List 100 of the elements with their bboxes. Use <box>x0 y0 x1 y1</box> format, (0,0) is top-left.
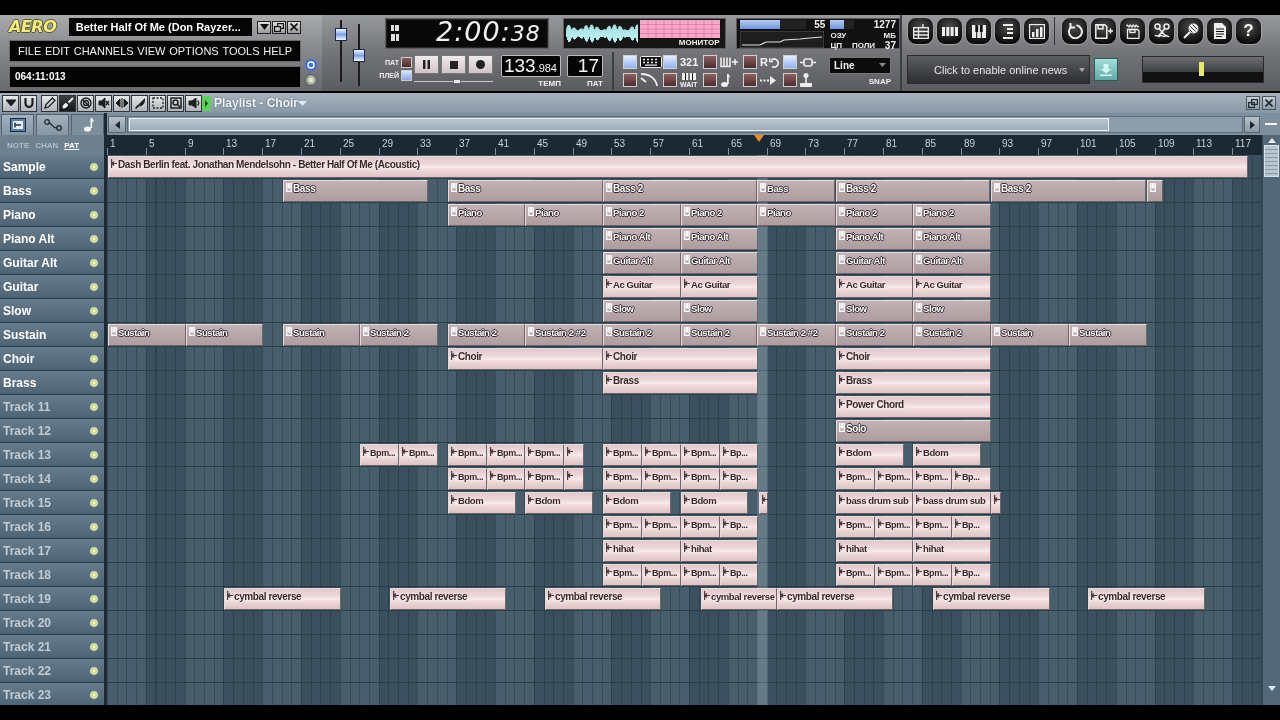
audio-clip[interactable]: Bpm... <box>399 444 438 466</box>
audio-clip[interactable]: Bpm... <box>642 564 681 586</box>
audio-clip[interactable]: Bpm... <box>681 516 720 538</box>
audio-clip[interactable]: Bpm... <box>875 516 913 538</box>
audio-clip[interactable]: cymbal reverse <box>390 588 506 610</box>
led-icon[interactable] <box>90 162 98 171</box>
audio-clip[interactable]: Choir <box>448 348 603 370</box>
audio-clip[interactable]: Bp... <box>952 468 991 490</box>
delete-tool[interactable] <box>77 94 94 112</box>
audio-clip[interactable]: Bpm... <box>642 468 681 490</box>
mixer-button[interactable] <box>1023 17 1050 45</box>
menu-item[interactable]: CHANNELS <box>72 44 135 58</box>
audio-clip[interactable]: Bpm... <box>836 564 875 586</box>
audio-clip[interactable]: Bpm... <box>603 516 642 538</box>
audio-clip[interactable]: Bpm... <box>836 468 875 490</box>
menu-tool[interactable] <box>2 94 19 112</box>
disc-icon[interactable] <box>305 59 317 71</box>
audio-clip[interactable]: Bp... <box>720 564 758 586</box>
audio-clip[interactable]: Bp... <box>952 564 991 586</box>
led-icon[interactable] <box>90 186 98 195</box>
zoom-tool[interactable] <box>167 94 184 112</box>
audio-clip[interactable]: Bpm... <box>875 468 913 490</box>
vertical-scrollbar[interactable] <box>1262 135 1280 705</box>
audio-clip[interactable]: Bpm... <box>642 444 681 466</box>
led-icon[interactable] <box>90 258 98 267</box>
toggle-switch[interactable] <box>703 73 717 87</box>
audio-clip[interactable]: bass drum sub <box>836 492 913 514</box>
track-header[interactable]: Sustain <box>0 323 104 347</box>
audio-clip[interactable]: Bdom <box>448 492 516 514</box>
slider-thumb[interactable] <box>453 79 461 84</box>
track-header[interactable]: Sample <box>0 155 104 179</box>
playlist-tab[interactable] <box>71 114 104 135</box>
audio-clip[interactable]: Bpm... <box>525 468 564 490</box>
mode-toggle[interactable] <box>401 70 412 81</box>
snap-tool[interactable] <box>20 94 37 112</box>
audio-clip[interactable]: Bpm... <box>681 468 720 490</box>
horizontal-scrollbar[interactable] <box>127 116 1243 133</box>
arrow-tile-icon[interactable] <box>202 95 211 111</box>
audio-clip[interactable]: Bpm... <box>603 564 642 586</box>
audio-clip[interactable]: Bp... <box>720 444 758 466</box>
position-slider[interactable] <box>414 79 493 84</box>
audio-clip[interactable]: Bdom <box>525 492 593 514</box>
track-header[interactable]: Piano <box>0 203 104 227</box>
audio-clip[interactable]: Dash Berlin feat. Jonathan Mendelsohn - Better Half Of Me (Acoustic) <box>108 156 1248 178</box>
tempo-display[interactable]: 133.984 <box>501 55 561 77</box>
export-button[interactable] <box>1119 17 1146 45</box>
track-header[interactable]: Bass <box>0 179 104 203</box>
audio-clip[interactable]: cymbal reverse <box>224 588 341 610</box>
toggle-switch[interactable] <box>743 73 757 87</box>
audio-clip[interactable]: hihat <box>603 540 681 562</box>
audio-clip[interactable]: Bpm... <box>913 516 952 538</box>
audio-clip[interactable]: Bpm... <box>448 444 487 466</box>
audio-clip[interactable]: Bpm... <box>681 564 720 586</box>
audio-clip[interactable]: Bpm... <box>487 468 525 490</box>
audio-clip[interactable]: Ac Guitar <box>913 276 991 298</box>
audio-clip[interactable]: Choir <box>603 348 758 370</box>
pattern-display[interactable]: 17 <box>567 55 603 77</box>
led-icon[interactable] <box>90 282 98 291</box>
led-icon[interactable] <box>90 594 98 603</box>
led-icon[interactable] <box>90 522 98 531</box>
audio-clip[interactable]: Brass <box>836 372 991 394</box>
audio-clip[interactable]: Bpm... <box>642 516 681 538</box>
led-icon[interactable] <box>90 234 98 243</box>
audio-clip[interactable]: Ac Guitar <box>836 276 913 298</box>
led-icon[interactable] <box>90 666 98 675</box>
audio-clip[interactable]: cymbal reverse <box>777 588 893 610</box>
audio-clip[interactable]: Bpm... <box>913 564 952 586</box>
menu-button[interactable] <box>257 20 271 34</box>
audio-clip[interactable]: Bpm... <box>875 564 913 586</box>
help-button[interactable]: ? <box>1235 17 1262 45</box>
audio-clip[interactable]: Bdom <box>913 444 981 466</box>
track-header[interactable]: Piano Alt <box>0 227 104 251</box>
audio-clip[interactable]: Bdom <box>681 492 748 514</box>
led-icon[interactable] <box>90 378 98 387</box>
paint-tool[interactable] <box>59 94 76 112</box>
audio-clip[interactable]: Bpm... <box>603 468 642 490</box>
audio-clip[interactable]: Bp... <box>720 516 758 538</box>
triangle-down-icon[interactable] <box>1267 686 1276 691</box>
record-button[interactable] <box>468 55 493 74</box>
piano-roll-button[interactable] <box>965 17 992 45</box>
news-dropdown[interactable]: Click to enable online news <box>907 55 1090 84</box>
close-button[interactable] <box>1262 96 1276 110</box>
audio-clip[interactable]: Bdom <box>603 492 671 514</box>
toggle-switch[interactable] <box>743 55 757 69</box>
audio-clip[interactable]: Choir <box>836 348 991 370</box>
audio-clip[interactable]: Bpm... <box>836 516 875 538</box>
playlist-tab[interactable] <box>36 114 69 135</box>
audio-clip[interactable]: Bpm... <box>448 468 487 490</box>
audio-clip[interactable]: cymbal reverse <box>933 588 1050 610</box>
audio-clip[interactable]: Bpm... <box>487 444 525 466</box>
ring-icon[interactable] <box>305 74 317 86</box>
track-header[interactable]: Slow <box>0 299 104 323</box>
scroll-right-button[interactable] <box>1244 116 1260 133</box>
snap-dropdown[interactable]: Line <box>829 56 891 74</box>
slip-tool[interactable] <box>113 94 130 112</box>
audio-clip[interactable] <box>759 492 768 514</box>
led-icon[interactable] <box>90 498 98 507</box>
triangle-up-icon[interactable] <box>1267 138 1276 143</box>
audio-clip[interactable]: bass drum sub <box>913 492 991 514</box>
playback-tool[interactable] <box>185 94 202 112</box>
